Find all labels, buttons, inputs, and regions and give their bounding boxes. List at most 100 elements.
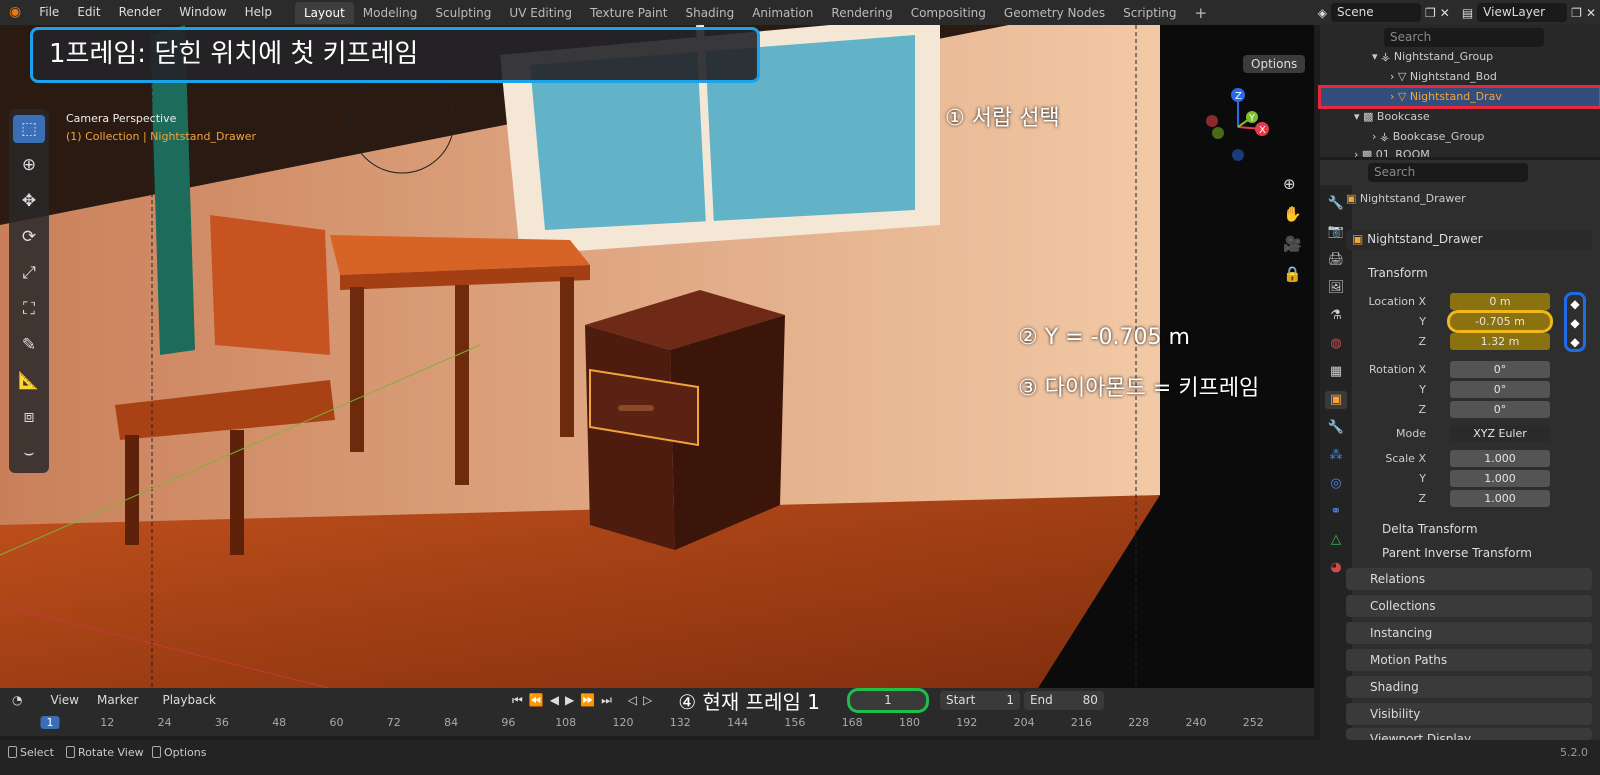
object-data-field[interactable]: ▣ Nightstand_Drawer bbox=[1346, 230, 1592, 250]
rotation-mode-select[interactable]: XYZ Euler bbox=[1450, 425, 1550, 442]
object-tab-icon[interactable]: ▣ bbox=[1325, 391, 1347, 409]
parent-inverse-header[interactable]: Parent Inverse Transform bbox=[1346, 542, 1592, 564]
tool-tab-icon[interactable]: 🔧 bbox=[1325, 195, 1347, 213]
tab-shading[interactable]: Shading bbox=[676, 2, 743, 24]
motion-paths-panel[interactable]: Motion Paths bbox=[1346, 649, 1592, 671]
menu-render[interactable]: Render bbox=[110, 0, 171, 25]
modifier-tab-icon[interactable]: 🔧 bbox=[1325, 419, 1347, 437]
cursor-icon[interactable]: ⊕ bbox=[13, 151, 45, 179]
select-box-icon[interactable]: ⬚ bbox=[13, 115, 45, 143]
collections-panel[interactable]: Collections bbox=[1346, 595, 1592, 617]
tab-layout[interactable]: Layout bbox=[294, 1, 354, 24]
transform-panel-header[interactable]: Transform bbox=[1346, 262, 1592, 284]
outliner-row-bookcase[interactable]: ▾ ▩ Bookcase bbox=[1320, 107, 1600, 127]
delete-scene-icon[interactable]: ✕ bbox=[1440, 6, 1450, 20]
rotation-y-field[interactable]: 0° bbox=[1450, 381, 1550, 398]
shading-panel[interactable]: Shading bbox=[1346, 676, 1592, 698]
rotation-z-field[interactable]: 0° bbox=[1450, 401, 1550, 418]
rotation-x-field[interactable]: 0° bbox=[1450, 361, 1550, 378]
tab-geometry-nodes[interactable]: Geometry Nodes bbox=[995, 2, 1114, 24]
menu-help[interactable]: Help bbox=[236, 0, 281, 25]
visibility-panel[interactable]: Visibility bbox=[1346, 703, 1592, 725]
output-tab-icon[interactable]: 🖨 bbox=[1325, 251, 1347, 269]
timeline-marker-menu[interactable]: Marker bbox=[97, 693, 138, 707]
tab-modeling[interactable]: Modeling bbox=[354, 2, 427, 24]
tab-uv-editing[interactable]: UV Editing bbox=[500, 2, 581, 24]
keyframe-diamond-icon[interactable]: ◆ bbox=[1567, 314, 1583, 333]
frame-ruler[interactable]: 1 12 24 36 48 60 72 84 96 108 120 132 144 156 168 180 19… bbox=[0, 714, 1314, 734]
menu-window[interactable]: Window bbox=[170, 0, 235, 25]
particles-tab-icon[interactable]: ⁂ bbox=[1325, 447, 1347, 465]
tab-rendering[interactable]: Rendering bbox=[822, 2, 901, 24]
scale-y-field[interactable]: 1.000 bbox=[1450, 470, 1550, 487]
delete-view-layer-icon[interactable]: ✕ bbox=[1586, 6, 1596, 20]
menu-file[interactable]: File bbox=[30, 0, 68, 25]
menu-edit[interactable]: Edit bbox=[68, 0, 109, 25]
lock-icon[interactable]: 🔒 bbox=[1283, 265, 1302, 283]
frame-tick: 36 bbox=[214, 716, 229, 729]
location-x-field[interactable]: 0 m bbox=[1450, 293, 1550, 310]
frame-tick: 48 bbox=[272, 716, 287, 729]
add-workspace-icon[interactable]: + bbox=[1186, 2, 1217, 24]
blender-logo-icon[interactable]: ◉ bbox=[0, 0, 30, 25]
outliner-row-nightstand-group[interactable]: ▾ ⚶ Nightstand_Group bbox=[1320, 47, 1600, 67]
tab-scripting[interactable]: Scripting bbox=[1114, 2, 1185, 24]
constraints-tab-icon[interactable]: ⚭ bbox=[1325, 503, 1347, 521]
scale-x-field[interactable]: 1.000 bbox=[1450, 450, 1550, 467]
outliner-label: 01_ROOM bbox=[1375, 148, 1430, 157]
physics-tab-icon[interactable]: ◎ bbox=[1325, 475, 1347, 493]
pan-hand-icon[interactable]: ✋ bbox=[1283, 205, 1302, 223]
3d-viewport[interactable]: ⬚ ⊕ ✥ ⟳ ⤢ ⛶ ✎ 📐 ⧈ ⌣ Camera Perspective (… bbox=[0, 25, 1314, 701]
tab-texture-paint[interactable]: Texture Paint bbox=[581, 2, 676, 24]
render-tab-icon[interactable]: 📷 bbox=[1325, 223, 1347, 241]
move-icon[interactable]: ✥ bbox=[13, 187, 45, 215]
navigation-gizmo[interactable]: Z X Y bbox=[1200, 87, 1280, 167]
options-button[interactable]: Options bbox=[1243, 55, 1306, 73]
scene-tab-icon[interactable]: ⚗ bbox=[1325, 307, 1347, 325]
outliner-row-bookcase-group[interactable]: › ⚶ Bookcase_Group bbox=[1320, 127, 1600, 147]
scale-z-label: Z bbox=[1418, 492, 1426, 505]
editor-type-icon[interactable]: ◔ bbox=[12, 693, 22, 707]
scale-z-field[interactable]: 1.000 bbox=[1450, 490, 1550, 507]
material-tab-icon[interactable]: ◕ bbox=[1325, 559, 1347, 577]
curve-icon[interactable]: ⌣ bbox=[13, 439, 45, 467]
measure-icon[interactable]: 📐 bbox=[13, 367, 45, 395]
location-z-field[interactable]: 1.32 m bbox=[1450, 333, 1550, 350]
outliner-row-nightstand-body[interactable]: › ▽ Nightstand_Bod bbox=[1320, 67, 1600, 87]
keyframe-diamond-icon[interactable]: ◆ bbox=[1567, 295, 1583, 314]
camera-view-icon[interactable]: 🎥 bbox=[1283, 235, 1302, 253]
scale-icon[interactable]: ⤢ bbox=[13, 259, 45, 287]
tab-animation[interactable]: Animation bbox=[743, 2, 822, 24]
outliner-row-nightstand-drawer[interactable]: › ▽ Nightstand_Drav bbox=[1318, 85, 1600, 109]
tab-sculpting[interactable]: Sculpting bbox=[426, 2, 500, 24]
start-frame-field[interactable]: Start 1 bbox=[939, 690, 1020, 710]
relations-panel[interactable]: Relations bbox=[1346, 568, 1592, 590]
delta-transform-header[interactable]: Delta Transform bbox=[1346, 518, 1592, 540]
view-layer-field[interactable]: ViewLayer bbox=[1477, 3, 1568, 22]
annotate-icon[interactable]: ✎ bbox=[13, 331, 45, 359]
playback-dropdown[interactable]: Playback bbox=[156, 690, 222, 710]
instancing-panel[interactable]: Instancing bbox=[1346, 622, 1592, 644]
viewport-display-panel[interactable]: Viewport Display bbox=[1346, 728, 1592, 740]
properties-search[interactable]: Search bbox=[1368, 163, 1528, 182]
world-tab-icon[interactable]: ◍ bbox=[1325, 335, 1347, 353]
transform-icon[interactable]: ⛶ bbox=[13, 295, 45, 323]
collection-tab-icon[interactable]: ▦ bbox=[1325, 363, 1347, 381]
end-frame-field[interactable]: End 80 bbox=[1023, 690, 1104, 710]
location-y-field[interactable]: -0.705 m bbox=[1447, 310, 1553, 333]
new-view-layer-icon[interactable]: ❐ bbox=[1571, 6, 1582, 20]
rotate-icon[interactable]: ⟳ bbox=[13, 223, 45, 251]
new-scene-icon[interactable]: ❐ bbox=[1425, 6, 1436, 20]
gizmo-x: X bbox=[1259, 125, 1266, 136]
current-frame-field[interactable]: 1 bbox=[846, 687, 929, 713]
tab-compositing[interactable]: Compositing bbox=[902, 2, 995, 24]
keyframe-diamond-icon[interactable]: ◆ bbox=[1567, 333, 1583, 352]
outliner-row-room[interactable]: › ▩ 01_ROOM bbox=[1320, 145, 1600, 157]
zoom-icon[interactable]: ⊕ bbox=[1283, 175, 1296, 193]
data-tab-icon[interactable]: △ bbox=[1325, 531, 1347, 549]
view-layer-tab-icon[interactable]: 🖼 bbox=[1325, 279, 1347, 297]
add-cube-icon[interactable]: ⧈ bbox=[13, 403, 45, 431]
scene-field[interactable]: Scene bbox=[1331, 3, 1421, 22]
timeline-view-menu[interactable]: View bbox=[50, 693, 78, 707]
outliner-search[interactable]: Search bbox=[1384, 28, 1544, 47]
